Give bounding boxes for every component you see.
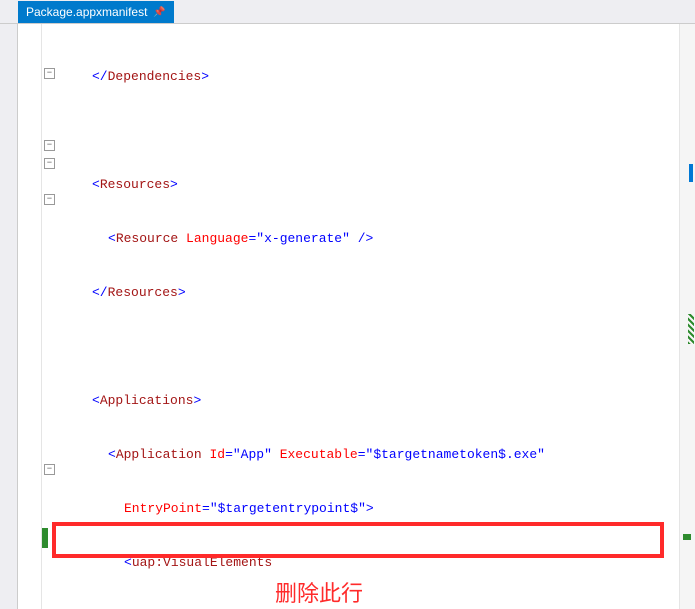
fold-toggle[interactable]: −	[44, 68, 55, 79]
change-indicator	[42, 528, 48, 548]
file-tab[interactable]: Package.appxmanifest 📌	[18, 1, 174, 23]
fold-toggle[interactable]: −	[44, 464, 55, 475]
fold-toggle[interactable]: −	[44, 140, 55, 151]
left-margin	[0, 24, 18, 609]
scroll-marker	[689, 164, 693, 182]
code-area[interactable]: </Dependencies> <Resources> <Resource La…	[60, 24, 679, 609]
overview-ruler[interactable]	[679, 24, 695, 609]
annotation-text: 删除此行	[275, 576, 363, 608]
outline-gutter[interactable]: − − − − −	[42, 24, 60, 609]
scroll-marker	[683, 534, 691, 540]
fold-toggle[interactable]: −	[44, 194, 55, 205]
editor: − − − − − </Dependencies> <Resources> <R…	[0, 24, 695, 609]
pin-icon[interactable]: 📌	[153, 7, 165, 18]
fold-toggle[interactable]: −	[44, 158, 55, 169]
scroll-marker	[688, 314, 694, 344]
tab-filename: Package.appxmanifest	[26, 5, 147, 19]
tab-bar: Package.appxmanifest 📌	[0, 0, 695, 24]
breakpoint-gutter[interactable]	[18, 24, 42, 609]
